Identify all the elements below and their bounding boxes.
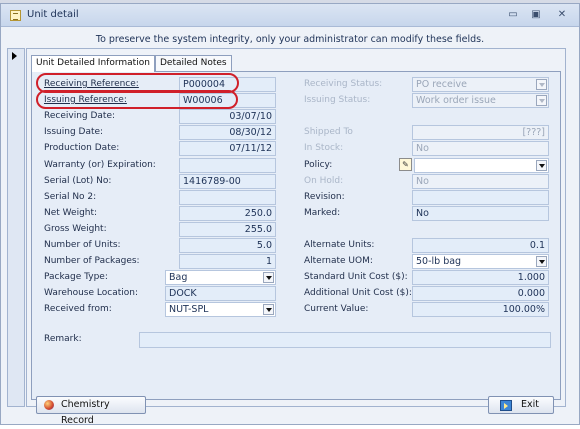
title-bar: Unit detail ▭ ▣ ✕ xyxy=(1,4,579,27)
standard-unit-cost-label: Standard Unit Cost ($): xyxy=(304,272,408,282)
number-of-packages-label: Number of Packages: xyxy=(44,256,140,266)
issuing-status-select: Work order issue xyxy=(412,93,549,108)
on-hold-label: On Hold: xyxy=(304,176,344,186)
warehouse-location-field[interactable]: DOCK xyxy=(165,286,276,301)
revision-label: Revision: xyxy=(304,192,345,202)
issuing-reference-field[interactable]: W00006 xyxy=(179,93,276,108)
policy-label: Policy: xyxy=(304,160,333,170)
serial-no2-label: Serial No 2: xyxy=(44,192,97,202)
additional-unit-cost-field[interactable]: 0.000 xyxy=(412,286,549,301)
gross-weight-label: Gross Weight: xyxy=(44,224,107,234)
production-date-field[interactable]: 07/11/12 xyxy=(179,141,276,156)
received-from-label: Received from: xyxy=(44,304,112,314)
production-date-label: Production Date: xyxy=(44,143,120,153)
receiving-status-select: PO receive xyxy=(412,77,549,92)
net-weight-field[interactable]: 250.0 xyxy=(179,206,276,221)
warehouse-location-label: Warehouse Location: xyxy=(44,288,138,298)
dropdown-arrow-icon[interactable] xyxy=(263,272,274,283)
revision-field[interactable] xyxy=(412,190,549,205)
minimize-button[interactable]: ▭ xyxy=(504,7,522,23)
exit-button[interactable]: Exit xyxy=(488,396,554,414)
receiving-reference-field[interactable]: P000004 xyxy=(179,77,276,92)
record-pointer-icon xyxy=(12,52,17,60)
maximize-button[interactable]: ▣ xyxy=(527,7,545,23)
standard-unit-cost-field[interactable]: 1.000 xyxy=(412,270,549,285)
alternate-units-label: Alternate Units: xyxy=(304,240,375,250)
integrity-notice: To preserve the system integrity, only y… xyxy=(95,34,485,45)
receiving-status-value: PO receive xyxy=(416,79,467,90)
shipped-to-label: Shipped To xyxy=(304,127,353,137)
additional-unit-cost-label: Additional Unit Cost ($): xyxy=(304,288,412,298)
remark-field[interactable] xyxy=(139,332,551,348)
window-title: Unit detail xyxy=(27,9,79,20)
issuing-reference-label: Issuing Reference: xyxy=(44,95,127,105)
alternate-uom-select[interactable]: 50-lb bag xyxy=(412,254,549,269)
alternate-uom-label: Alternate UOM: xyxy=(304,256,373,266)
exit-label: Exit xyxy=(521,399,539,410)
warranty-label: Warranty (or) Expiration: xyxy=(44,160,156,170)
issuing-status-label: Issuing Status: xyxy=(304,95,371,105)
package-type-label: Package Type: xyxy=(44,272,108,282)
marked-label: Marked: xyxy=(304,208,341,218)
receiving-date-field[interactable]: 03/07/10 xyxy=(179,109,276,124)
package-type-value: Bag xyxy=(169,272,188,283)
receiving-date-label: Receiving Date: xyxy=(44,111,116,121)
received-from-select[interactable]: NUT-SPL xyxy=(165,302,276,317)
chemistry-record-button[interactable]: Chemistry Record xyxy=(36,396,146,426)
document-icon xyxy=(10,10,21,21)
dropdown-arrow-icon[interactable] xyxy=(536,160,547,171)
alternate-units-field[interactable]: 0.1 xyxy=(412,238,549,253)
chemistry-icon xyxy=(44,400,54,410)
package-type-select[interactable]: Bag xyxy=(165,270,276,285)
issuing-status-value: Work order issue xyxy=(416,95,496,106)
record-selector[interactable] xyxy=(7,48,25,407)
pencil-icon[interactable]: ✎ xyxy=(399,158,412,171)
remark-label: Remark: xyxy=(44,334,82,344)
received-from-value: NUT-SPL xyxy=(169,304,209,315)
number-of-units-label: Number of Units: xyxy=(44,240,121,250)
current-value-label: Current Value: xyxy=(304,304,369,314)
number-of-packages-field[interactable]: 1 xyxy=(179,254,276,269)
warranty-field[interactable] xyxy=(179,158,276,173)
serial-lot-label: Serial (Lot) No: xyxy=(44,176,112,186)
current-value-field[interactable]: 100.00% xyxy=(412,302,549,317)
tab-detailed-notes[interactable]: Detailed Notes xyxy=(155,55,232,71)
in-stock-label: In Stock: xyxy=(304,143,344,153)
net-weight-label: Net Weight: xyxy=(44,208,98,218)
alternate-uom-value: 50-lb bag xyxy=(416,256,462,267)
tab-unit-detailed-information[interactable]: Unit Detailed Information xyxy=(31,55,155,72)
chemistry-record-label: Chemistry Record xyxy=(61,399,110,426)
number-of-units-field[interactable]: 5.0 xyxy=(179,238,276,253)
dropdown-arrow-icon xyxy=(536,79,547,90)
dropdown-arrow-icon[interactable] xyxy=(263,304,274,315)
tab-page-unit-detail: Receiving Reference: P000004 Issuing Ref… xyxy=(31,71,561,400)
dropdown-arrow-icon[interactable] xyxy=(536,256,547,267)
on-hold-field: No xyxy=(412,174,549,189)
gross-weight-field[interactable]: 255.0 xyxy=(179,222,276,237)
exit-door-icon xyxy=(500,400,512,411)
shipped-to-field: [???] xyxy=(412,125,549,140)
policy-select[interactable] xyxy=(414,158,549,173)
close-button[interactable]: ✕ xyxy=(553,7,571,23)
unit-detail-window: Unit detail ▭ ▣ ✕ To preserve the system… xyxy=(0,3,580,426)
serial-no2-field[interactable] xyxy=(179,190,276,205)
marked-field[interactable]: No xyxy=(412,206,549,221)
receiving-status-label: Receiving Status: xyxy=(304,79,383,89)
issuing-date-field[interactable]: 08/30/12 xyxy=(179,125,276,140)
receiving-reference-label: Receiving Reference: xyxy=(44,79,139,89)
in-stock-field: No xyxy=(412,141,549,156)
detail-panel: Unit Detailed Information Detailed Notes… xyxy=(26,48,566,407)
dropdown-arrow-icon xyxy=(536,95,547,106)
serial-lot-field[interactable]: 1416789-00 xyxy=(179,174,276,189)
issuing-date-label: Issuing Date: xyxy=(44,127,104,137)
